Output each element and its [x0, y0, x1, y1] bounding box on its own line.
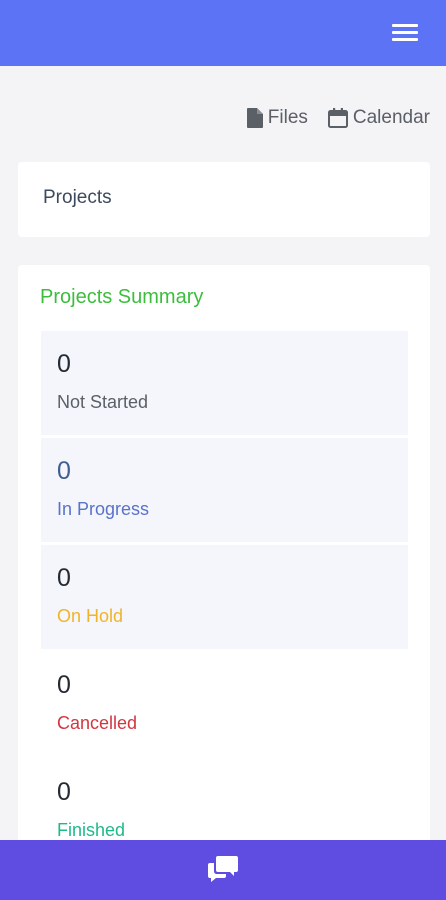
stat-on-hold: 0 On Hold — [41, 545, 408, 649]
stat-label: On Hold — [57, 606, 124, 626]
projects-summary-card: Projects Summary 0 Not Started 0 In Prog… — [18, 265, 430, 865]
files-link[interactable]: Files — [246, 107, 308, 129]
stat-count: 0 — [57, 564, 71, 592]
stat-count: 0 — [57, 778, 71, 806]
file-icon — [246, 108, 263, 128]
calendar-link[interactable]: Calendar — [327, 107, 430, 129]
stat-count: 0 — [57, 350, 71, 378]
stat-count: 0 — [57, 671, 71, 699]
stat-in-progress: 0 In Progress — [41, 438, 408, 542]
projects-summary-title: Projects Summary — [40, 286, 204, 308]
stat-label: In Progress — [57, 499, 150, 519]
files-label: Files — [267, 107, 308, 128]
calendar-label: Calendar — [352, 107, 430, 128]
projects-card: Projects — [18, 162, 430, 237]
projects-card-title: Projects — [43, 187, 112, 208]
stat-count: 0 — [57, 457, 71, 485]
chat-bubbles-icon[interactable] — [207, 854, 239, 884]
stat-cancelled: 0 Cancelled — [41, 652, 408, 756]
calendar-icon — [327, 108, 348, 128]
top-app-bar — [0, 0, 446, 66]
stat-label: Finished — [57, 820, 126, 840]
stat-not-started: 0 Not Started — [41, 331, 408, 435]
bottom-bar — [0, 840, 446, 900]
hamburger-menu-icon[interactable] — [392, 23, 418, 42]
stat-label: Cancelled — [57, 713, 138, 733]
stat-label: Not Started — [57, 392, 149, 412]
top-toolbar: Files Calendar — [246, 104, 430, 132]
